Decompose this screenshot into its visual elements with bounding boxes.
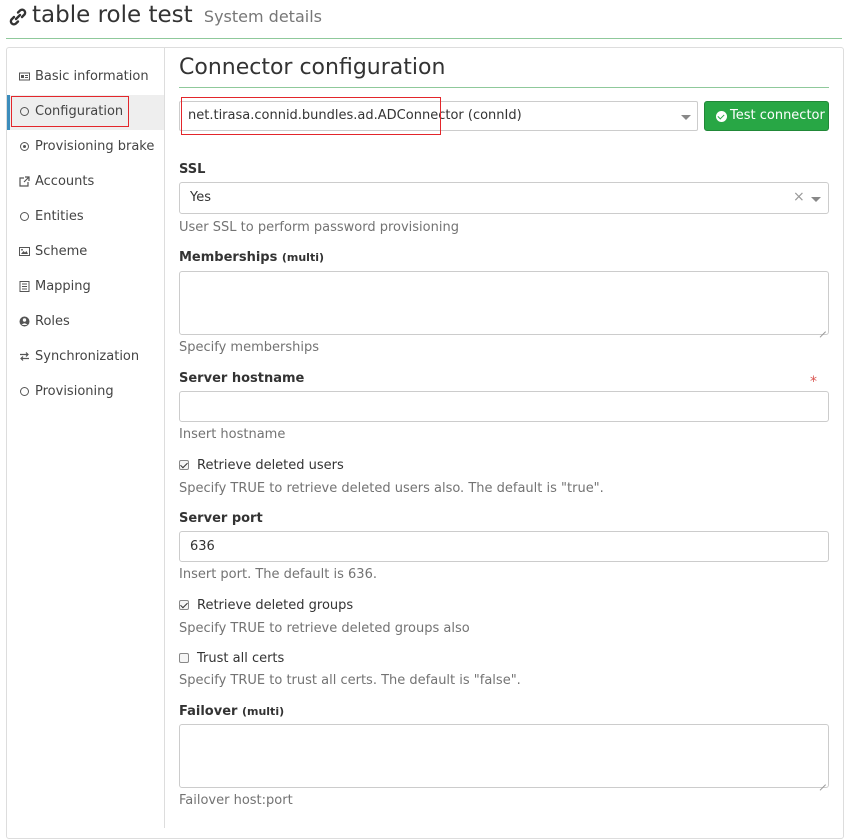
failover-help: Failover host:port [179,793,293,808]
sidebar-item-label: Basic information [35,69,149,84]
server-port-value: 636 [190,539,215,554]
page-title: table role test System details [32,2,322,28]
page-title-text: table role test [32,2,193,28]
external-link-icon [19,176,30,187]
trust-all-certs-help: Specify TRUE to trust all certs. The def… [179,673,521,688]
resize-handle-icon[interactable] [820,779,826,785]
server-hostname-input[interactable] [179,391,829,422]
configuration-highlight-box [11,96,129,127]
ssl-help: User SSL to perform password provisionin… [179,220,459,235]
memberships-label-text: Memberships [179,250,278,265]
sidebar-item-mapping[interactable]: Mapping [7,270,164,305]
ssl-select[interactable]: Yes [179,182,829,214]
check-circle-icon [716,111,727,122]
chevron-down-icon [681,115,691,120]
memberships-textarea[interactable] [179,271,829,335]
server-hostname-label: Server hostname [179,371,305,386]
clear-icon[interactable]: × [793,189,805,205]
retrieve-deleted-users-checkbox[interactable] [179,460,189,470]
list-icon [19,281,30,292]
trust-all-certs-label: Trust all certs [197,651,285,666]
sidebar-item-synchronization[interactable]: Synchronization [7,340,164,375]
sidebar-item-provisioning-brake[interactable]: Provisioning brake [7,130,164,165]
failover-textarea[interactable] [179,724,829,788]
retrieve-deleted-users-label: Retrieve deleted users [197,458,344,473]
test-connector-button[interactable]: Test connector [704,101,829,131]
sidebar-item-label: Provisioning [35,384,114,399]
sidebar-item-accounts[interactable]: Accounts [7,165,164,200]
memberships-multi-tag: (multi) [281,251,325,264]
server-port-input[interactable]: 636 [179,531,829,562]
sidebar-item-provisioning[interactable]: Provisioning [7,375,164,410]
sidebar-item-label: Roles [35,314,70,329]
sidebar-item-basic-information[interactable]: Basic information [7,60,164,95]
circle-icon [20,387,29,396]
sidebar-item-label: Provisioning brake [35,139,155,154]
section-title: Connector configuration [179,55,446,80]
sidebar-item-label: Entities [35,209,84,224]
sidebar-item-label: Mapping [35,279,91,294]
sidebar-item-label: Accounts [35,174,95,189]
server-hostname-help: Insert hostname [179,427,286,442]
retrieve-deleted-users-help: Specify TRUE to retrieve deleted users a… [179,481,604,496]
resize-handle-icon[interactable] [820,326,826,332]
failover-label-text: Failover [179,704,238,719]
sidebar-item-entities[interactable]: Entities [7,200,164,235]
section-title-rule [179,87,829,88]
link-icon [9,8,27,26]
sidebar-item-label: Scheme [35,244,88,259]
memberships-label: Memberships (multi) [179,250,324,265]
page-header: table role test System details [6,0,842,39]
image-icon [19,247,30,256]
server-port-help: Insert port. The default is 636. [179,567,377,582]
failover-label: Failover (multi) [179,704,284,719]
retrieve-deleted-groups-help: Specify TRUE to retrieve deleted groups … [179,621,470,636]
ssl-select-value: Yes [190,190,211,205]
retrieve-deleted-groups-checkbox[interactable] [179,600,189,610]
sidebar: Basic information Configuration Provisio… [7,48,165,828]
id-card-icon [19,72,30,81]
sidebar-item-scheme[interactable]: Scheme [7,235,164,270]
connector-highlight-box [181,97,441,135]
user-circle-icon [19,316,30,327]
circle-icon [20,212,29,221]
chevron-down-icon [811,197,821,202]
test-connector-label: Test connector [730,108,825,123]
dot-circle-icon [20,142,29,151]
sidebar-item-label: Synchronization [35,349,140,364]
retrieve-deleted-groups-label: Retrieve deleted groups [197,598,354,613]
server-port-label: Server port [179,511,263,526]
page-subtitle: System details [203,7,322,26]
failover-multi-tag: (multi) [241,705,285,718]
exchange-icon [20,352,29,361]
trust-all-certs-checkbox[interactable] [179,653,189,663]
sidebar-item-roles[interactable]: Roles [7,305,164,340]
memberships-help: Specify memberships [179,340,320,355]
required-marker: * [810,374,817,390]
ssl-label: SSL [179,162,206,177]
